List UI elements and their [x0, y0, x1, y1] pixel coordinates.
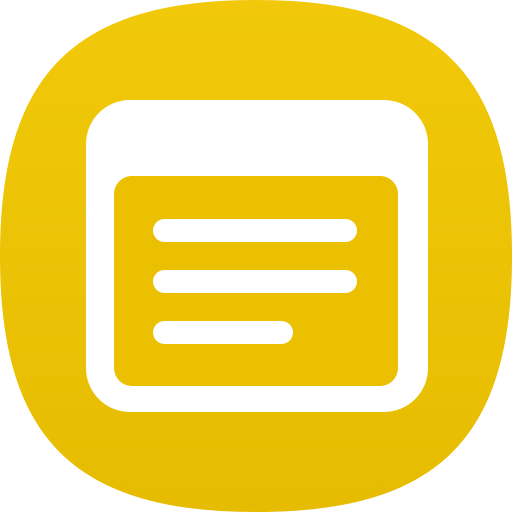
document-line-1 [153, 219, 357, 242]
document-line-2 [153, 270, 357, 293]
document-line-3 [153, 321, 293, 344]
app-icon-stage [0, 0, 512, 512]
notes-app-icon[interactable] [0, 0, 512, 512]
